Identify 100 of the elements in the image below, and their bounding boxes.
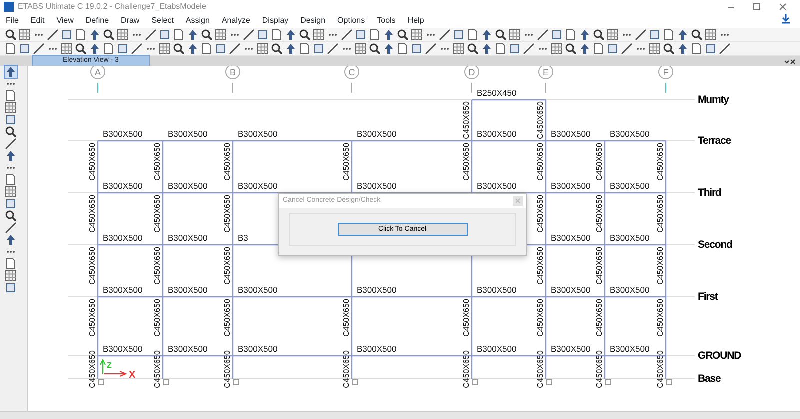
menu-item[interactable]: Display (256, 13, 295, 28)
grid-icon[interactable] (159, 42, 171, 55)
magnifier-icon[interactable] (103, 28, 115, 41)
square-icon[interactable] (117, 42, 129, 55)
grid-icon[interactable] (453, 42, 465, 55)
square-icon[interactable] (159, 28, 171, 41)
page-icon[interactable] (75, 28, 87, 41)
square-icon[interactable] (61, 28, 73, 41)
grid-icon[interactable] (5, 186, 17, 198)
page-icon[interactable] (663, 28, 675, 41)
magnifier-icon[interactable] (691, 28, 703, 41)
menu-item[interactable]: Help (402, 13, 430, 28)
arrow-icon[interactable] (187, 42, 199, 55)
square-icon[interactable] (649, 28, 661, 41)
magnifier-icon[interactable] (299, 28, 311, 41)
magnifier-icon[interactable] (5, 210, 17, 222)
magnifier-icon[interactable] (369, 42, 381, 55)
line-icon[interactable] (621, 42, 633, 55)
grid-icon[interactable] (649, 42, 661, 55)
line-icon[interactable] (439, 28, 451, 41)
arrow-icon[interactable] (579, 28, 591, 41)
arrow-icon[interactable] (89, 28, 101, 41)
magnifier-icon[interactable] (593, 28, 605, 41)
square-icon[interactable] (5, 114, 17, 126)
page-icon[interactable] (495, 42, 507, 55)
pane-menu-icon[interactable] (784, 58, 796, 66)
grid-icon[interactable] (117, 28, 129, 41)
square-icon[interactable] (607, 42, 619, 55)
line-icon[interactable] (145, 28, 157, 41)
magnifier-icon[interactable] (75, 42, 87, 55)
arrow-icon[interactable] (187, 28, 199, 41)
square-icon[interactable] (19, 42, 31, 55)
line-icon[interactable] (341, 28, 353, 41)
line-icon[interactable] (719, 42, 731, 55)
arrow-icon[interactable] (579, 42, 591, 55)
menu-item[interactable]: Edit (24, 13, 51, 28)
grid-icon[interactable] (355, 42, 367, 55)
grid-icon[interactable] (257, 42, 269, 55)
magnifier-icon[interactable] (271, 42, 283, 55)
menu-item[interactable]: Tools (371, 13, 402, 28)
square-icon[interactable] (215, 42, 227, 55)
square-icon[interactable] (257, 28, 269, 41)
magnifier-icon[interactable] (565, 42, 577, 55)
menu-item[interactable]: File (0, 13, 25, 28)
square-icon[interactable] (355, 28, 367, 41)
arrow-icon[interactable] (5, 234, 17, 246)
maximize-icon[interactable] (752, 2, 762, 12)
arrow-icon[interactable] (677, 42, 689, 55)
grid-icon[interactable] (61, 42, 73, 55)
arrow-icon[interactable] (481, 42, 493, 55)
menu-item[interactable]: Analyze (216, 13, 256, 28)
arrow-icon[interactable] (5, 150, 17, 162)
square-icon[interactable] (453, 28, 465, 41)
line-icon[interactable] (47, 28, 59, 41)
arrow-icon[interactable] (89, 42, 101, 55)
magnifier-icon[interactable] (5, 28, 17, 41)
page-icon[interactable] (397, 42, 409, 55)
menu-item[interactable]: Select (146, 13, 180, 28)
menu-item[interactable]: Options (332, 13, 372, 28)
magnifier-icon[interactable] (397, 28, 409, 41)
menu-item[interactable]: Assign (180, 13, 216, 28)
line-icon[interactable] (5, 222, 17, 234)
arrow-icon[interactable] (481, 28, 493, 41)
line-icon[interactable] (425, 42, 437, 55)
page-icon[interactable] (593, 42, 605, 55)
page-icon[interactable] (5, 174, 17, 186)
line-icon[interactable] (5, 138, 17, 150)
grid-icon[interactable] (551, 42, 563, 55)
grid-icon[interactable] (313, 28, 325, 41)
magnifier-icon[interactable] (495, 28, 507, 41)
magnifier-icon[interactable] (201, 28, 213, 41)
line-icon[interactable] (229, 42, 241, 55)
page-icon[interactable] (299, 42, 311, 55)
arrow-icon[interactable] (383, 42, 395, 55)
square-icon[interactable] (5, 282, 17, 294)
magnifier-icon[interactable] (173, 42, 185, 55)
magnifier-icon[interactable] (467, 42, 479, 55)
magnifier-icon[interactable] (5, 126, 17, 138)
arrow-icon[interactable] (285, 42, 297, 55)
arrow-icon[interactable] (677, 28, 689, 41)
grid-icon[interactable] (411, 28, 423, 41)
square-icon[interactable] (551, 28, 563, 41)
line-icon[interactable] (327, 42, 339, 55)
menu-item[interactable]: Design (294, 13, 332, 28)
menu-item[interactable]: View (50, 13, 80, 28)
line-icon[interactable] (131, 42, 143, 55)
download-icon[interactable] (780, 13, 792, 26)
arrow-icon[interactable] (383, 28, 395, 41)
square-icon[interactable] (509, 42, 521, 55)
square-icon[interactable] (411, 42, 423, 55)
grid-icon[interactable] (607, 28, 619, 41)
page-icon[interactable] (565, 28, 577, 41)
close-icon[interactable] (778, 2, 788, 12)
page-icon[interactable] (201, 42, 213, 55)
page-icon[interactable] (5, 258, 17, 270)
page-icon[interactable] (369, 28, 381, 41)
grid-icon[interactable] (215, 28, 227, 41)
arrow-icon[interactable] (285, 28, 297, 41)
grid-icon[interactable] (19, 28, 31, 41)
grid-icon[interactable] (509, 28, 521, 41)
